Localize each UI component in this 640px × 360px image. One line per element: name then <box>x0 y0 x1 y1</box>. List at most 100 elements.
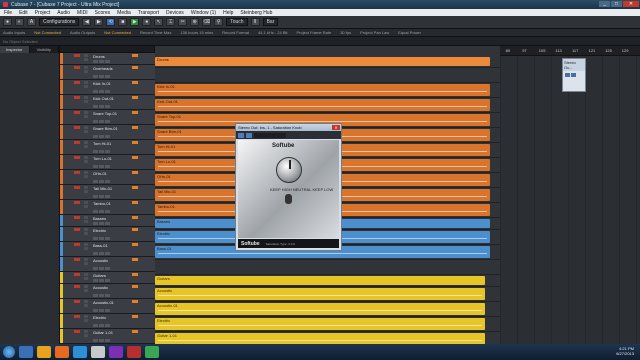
audio-event[interactable]: Guitars <box>155 276 485 285</box>
minimize-button[interactable]: _ <box>599 1 610 7</box>
track-audio[interactable]: Snare Top-01 <box>60 110 155 125</box>
read-automation-button[interactable] <box>93 120 98 123</box>
write-automation-button[interactable] <box>99 279 104 282</box>
solo-button[interactable] <box>84 175 88 178</box>
read-automation-button[interactable] <box>93 309 98 312</box>
mute-button[interactable] <box>84 171 88 174</box>
read-automation-button[interactable] <box>93 237 98 240</box>
record-enable-icon[interactable] <box>74 201 80 204</box>
workspace-select[interactable]: Configurations <box>39 18 80 26</box>
stop-button[interactable]: ■ <box>118 18 128 26</box>
menu-item-file[interactable]: File <box>4 10 12 16</box>
track-folder[interactable]: Basses <box>60 215 155 227</box>
audio-event[interactable]: Kick Out-01 <box>155 99 490 111</box>
track-lane[interactable]: Kick In-01 <box>155 83 500 98</box>
record-button[interactable]: ● <box>142 18 152 26</box>
monitor-icon[interactable] <box>132 171 138 174</box>
tool-mode-select[interactable]: Touch <box>226 18 248 26</box>
menu-item-help[interactable]: Help <box>223 10 233 16</box>
write-automation-button[interactable] <box>99 309 104 312</box>
write-automation-button[interactable] <box>99 105 104 108</box>
edit-channel-button[interactable] <box>105 75 110 78</box>
monitor-icon[interactable] <box>132 54 138 57</box>
solo-button[interactable] <box>84 130 88 133</box>
close-button[interactable]: ✕ <box>623 1 639 7</box>
play-button[interactable]: ▶ <box>130 18 140 26</box>
monitor-icon[interactable] <box>132 243 138 246</box>
track-lane[interactable]: Kick Out-01 <box>155 98 500 113</box>
edit-channel-button[interactable] <box>105 279 110 282</box>
read-automation-button[interactable] <box>93 279 98 282</box>
record-enable-icon[interactable] <box>74 111 80 114</box>
zoom-tool-icon[interactable]: ⚲ <box>214 18 224 26</box>
saturation-knob-plugin-window[interactable]: Stereo Out: Ins. 1 - Saturation Knob ✕ S… <box>235 123 342 251</box>
record-enable-icon[interactable] <box>74 126 80 129</box>
record-enable-icon[interactable] <box>74 96 80 99</box>
object-select-tool-icon[interactable]: ↖ <box>154 18 164 26</box>
solo-button[interactable] <box>84 262 88 265</box>
track-audio[interactable]: Acoustic <box>60 257 155 272</box>
edit-channel-button[interactable] <box>105 165 110 168</box>
solo-button[interactable] <box>84 100 88 103</box>
write-automation-button[interactable] <box>99 294 104 297</box>
track-audio[interactable]: Tail Mic-01 <box>60 185 155 200</box>
edit-channel-button[interactable] <box>105 237 110 240</box>
mute-button[interactable] <box>84 186 88 189</box>
constrain-delay-button[interactable]: ◐ <box>15 18 24 26</box>
app2-taskbar-icon[interactable] <box>109 346 123 358</box>
solo-button[interactable] <box>84 85 88 88</box>
track-audio[interactable]: Guitar 1-01 <box>60 329 155 344</box>
mute-button[interactable] <box>84 216 88 219</box>
bypass-icon[interactable] <box>571 73 576 77</box>
read-automation-button[interactable] <box>93 210 98 213</box>
forward-button[interactable]: ▶ <box>94 18 104 26</box>
track-audio[interactable]: Tom Lo-01 <box>60 155 155 170</box>
track-audio[interactable]: Electric <box>60 314 155 329</box>
audio-event[interactable]: Drums <box>155 57 490 66</box>
record-enable-icon[interactable] <box>74 54 80 57</box>
track-audio[interactable]: Acoustic <box>60 284 155 299</box>
edit-channel-button[interactable] <box>105 267 110 270</box>
menu-item-devices[interactable]: Devices <box>166 10 184 16</box>
mute-button[interactable] <box>84 273 88 276</box>
menu-item-scores[interactable]: Scores <box>95 10 111 16</box>
edit-channel-button[interactable] <box>105 105 110 108</box>
read-automation-button[interactable] <box>93 252 98 255</box>
track-audio[interactable]: Electric <box>60 227 155 242</box>
mute-button[interactable] <box>84 81 88 84</box>
record-enable-icon[interactable] <box>74 171 80 174</box>
solo-button[interactable] <box>84 247 88 250</box>
rewind-button[interactable]: ◀ <box>82 18 92 26</box>
record-enable-icon[interactable] <box>74 285 80 288</box>
menu-item-media[interactable]: Media <box>117 10 131 16</box>
edit-channel-button[interactable] <box>105 309 110 312</box>
record-enable-icon[interactable] <box>74 156 80 159</box>
audio-event[interactable]: Electric <box>155 318 485 330</box>
mute-button[interactable] <box>84 96 88 99</box>
edit-channel-button[interactable] <box>105 150 110 153</box>
cubase-taskbar-icon[interactable] <box>127 346 141 358</box>
solo-button[interactable] <box>84 205 88 208</box>
record-enable-icon[interactable] <box>74 216 80 219</box>
ie-taskbar-icon[interactable] <box>19 346 33 358</box>
write-automation-button[interactable] <box>99 135 104 138</box>
solo-button[interactable] <box>84 319 88 322</box>
solo-button[interactable] <box>84 277 88 280</box>
record-enable-icon[interactable] <box>74 186 80 189</box>
track-audio[interactable]: OHs-01 <box>60 170 155 185</box>
read-automation-button[interactable] <box>93 75 98 78</box>
monitor-icon[interactable] <box>132 315 138 318</box>
write-automation-button[interactable] <box>99 150 104 153</box>
read-automation-button[interactable] <box>93 165 98 168</box>
activate-project-button[interactable]: ● <box>3 18 12 26</box>
monitor-icon[interactable] <box>132 330 138 333</box>
mute-button[interactable] <box>84 141 88 144</box>
write-automation-button[interactable] <box>99 210 104 213</box>
read-automation-button[interactable] <box>93 180 98 183</box>
mute-button[interactable] <box>84 243 88 246</box>
read-automation-button[interactable] <box>93 90 98 93</box>
record-enable-icon[interactable] <box>74 315 80 318</box>
monitor-icon[interactable] <box>132 258 138 261</box>
automation-mode-button[interactable]: A <box>27 18 36 26</box>
write-automation-button[interactable] <box>99 252 104 255</box>
